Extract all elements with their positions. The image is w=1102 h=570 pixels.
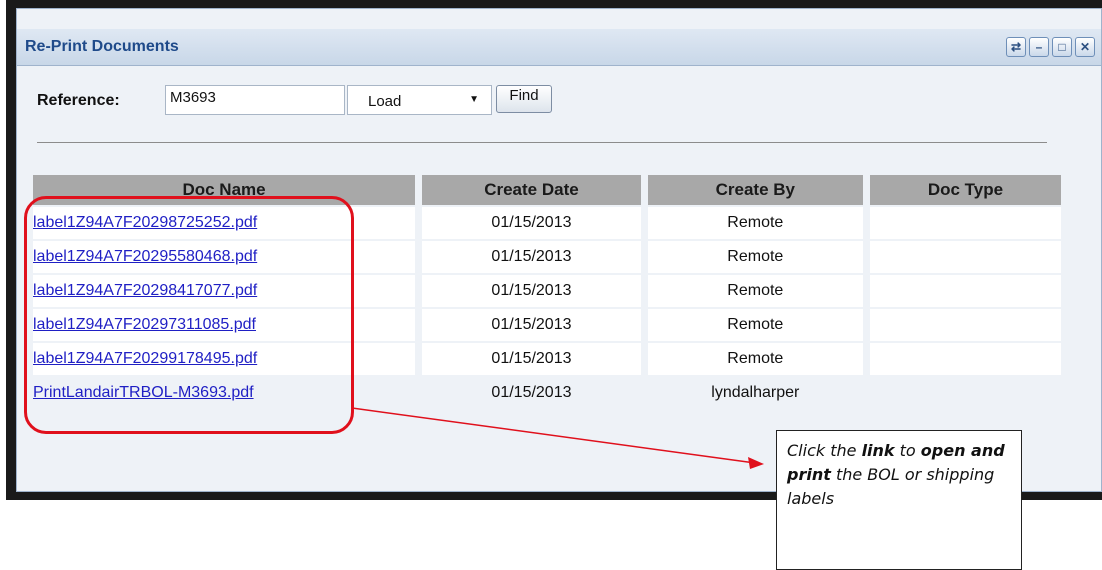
instruction-callout: Click the link to open and print the BOL… (776, 430, 1022, 570)
